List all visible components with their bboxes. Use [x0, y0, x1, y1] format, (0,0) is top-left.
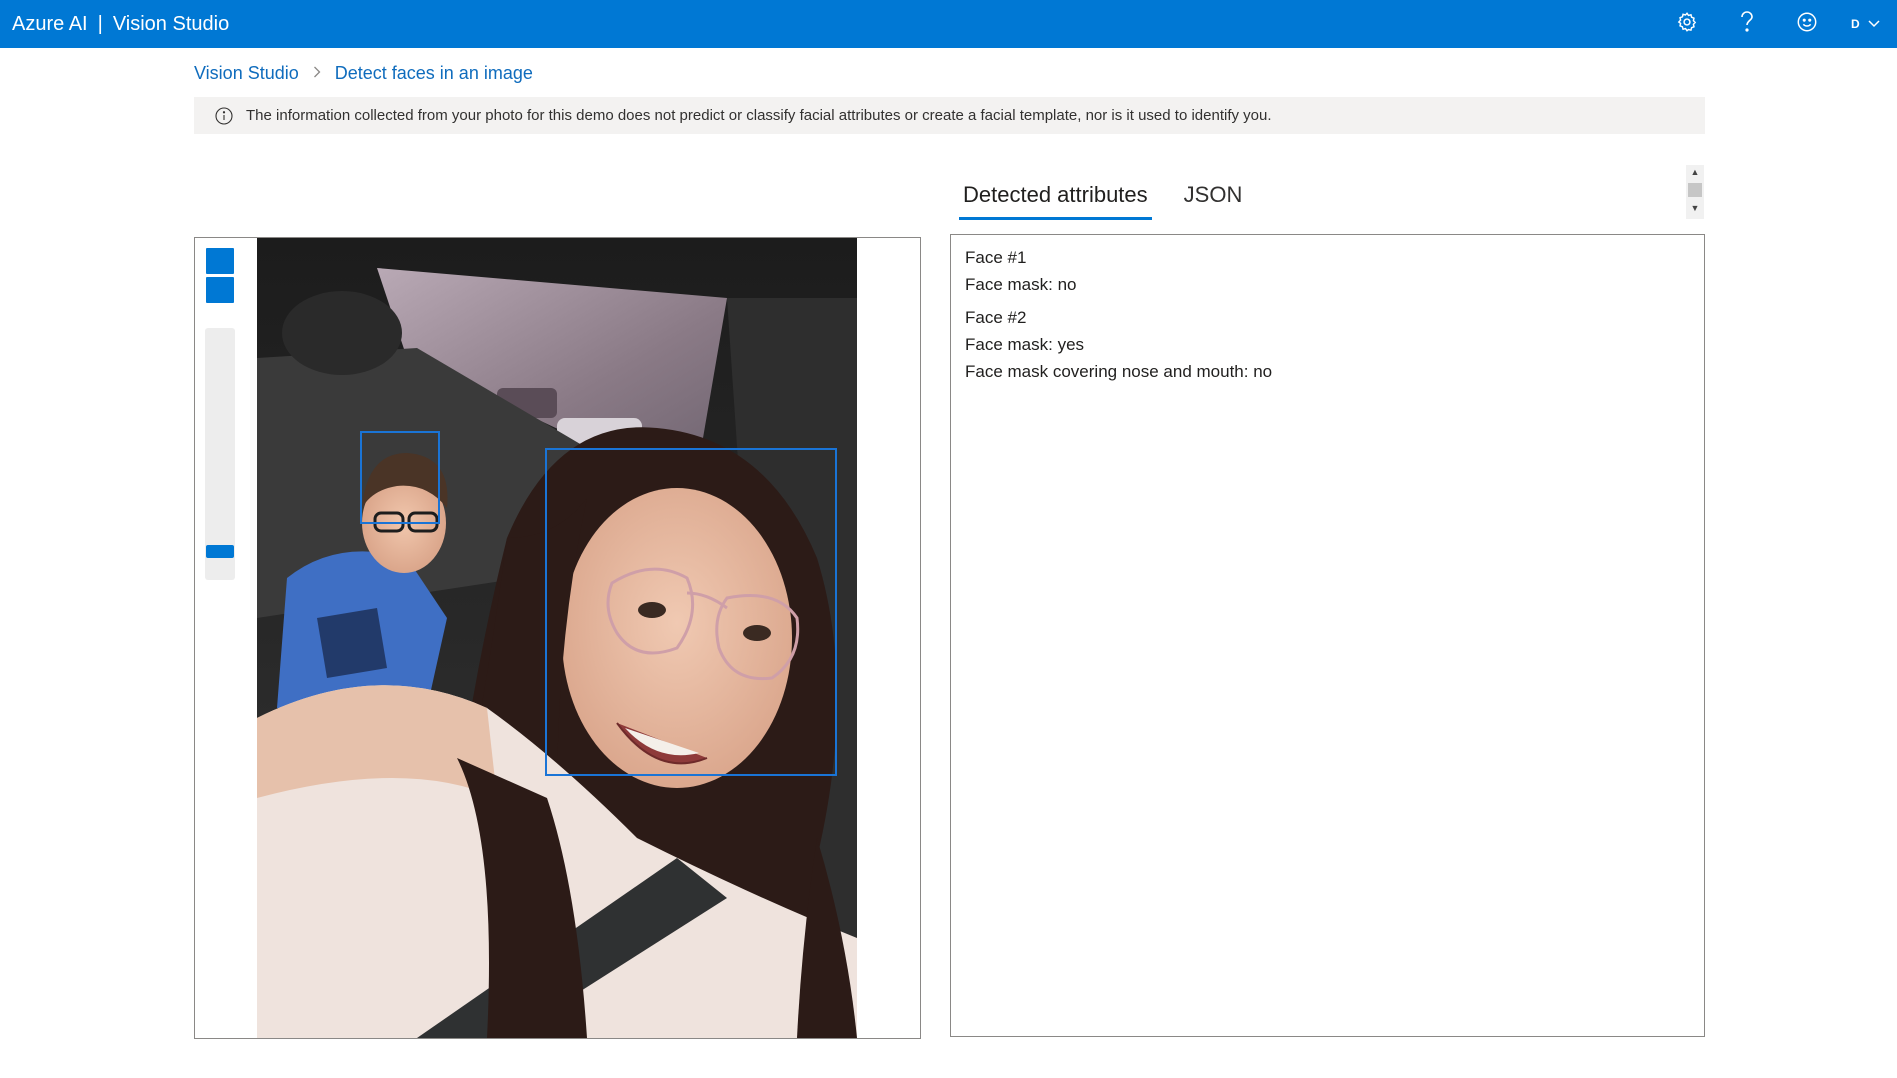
info-icon: [206, 106, 242, 125]
detected-attributes-panel: Face #1 Face mask: no Face #2 Face mask:…: [950, 234, 1705, 1037]
face-attribute: Face mask: yes: [965, 335, 1085, 354]
result-tabs: Detected attributes JSON: [959, 170, 1274, 220]
breadcrumb-current-page[interactable]: Detect faces in an image: [335, 63, 533, 84]
smiley-icon: [1796, 11, 1818, 38]
image-viewer: [194, 237, 921, 1039]
zoom-in-button[interactable]: [206, 248, 234, 274]
avatar: D: [1851, 17, 1860, 31]
face-result-1: Face #1 Face mask: no: [965, 244, 1690, 298]
breadcrumb: Vision Studio Detect faces in an image: [194, 60, 533, 86]
zoom-slider[interactable]: [205, 328, 235, 580]
top-bar: Azure AI | Vision Studio D: [0, 0, 1897, 48]
zoom-slider-thumb[interactable]: [206, 545, 234, 559]
header-actions: D: [1657, 0, 1897, 48]
gear-icon: [1676, 11, 1698, 38]
info-message-bar: The information collected from your phot…: [194, 97, 1705, 134]
tabs-scrollbar[interactable]: ▲ ▼: [1686, 165, 1704, 219]
brand-name: Azure AI: [12, 12, 88, 35]
uploaded-photo: [257, 238, 857, 1038]
chevron-down-icon: [1868, 17, 1880, 31]
face-box-1[interactable]: [360, 431, 440, 524]
feedback-button[interactable]: [1777, 0, 1837, 48]
chevron-right-icon: [313, 65, 321, 81]
brand-separator: |: [97, 12, 103, 35]
account-menu[interactable]: D: [1837, 0, 1897, 48]
breadcrumb-vision-studio[interactable]: Vision Studio: [194, 63, 299, 84]
tab-json[interactable]: JSON: [1180, 182, 1247, 220]
settings-button[interactable]: [1657, 0, 1717, 48]
face-attribute: Face mask covering nose and mouth: no: [965, 362, 1273, 381]
zoom-controls: [205, 248, 235, 306]
face-title: Face #1: [965, 248, 1027, 267]
help-button[interactable]: [1717, 0, 1777, 48]
help-icon: [1737, 10, 1757, 39]
face-result-2: Face #2 Face mask: yes Face mask coverin…: [965, 304, 1690, 385]
zoom-out-button[interactable]: [206, 277, 234, 303]
brand[interactable]: Azure AI | Vision Studio: [0, 0, 229, 48]
face-attribute: Face mask: no: [965, 275, 1077, 294]
product-name: Vision Studio: [112, 12, 230, 35]
scroll-down-icon[interactable]: ▼: [1686, 201, 1704, 215]
info-message-text: The information collected from your phot…: [246, 107, 1272, 124]
face-box-2[interactable]: [545, 448, 837, 776]
scroll-up-icon[interactable]: ▲: [1686, 165, 1704, 179]
scroll-thumb[interactable]: [1688, 183, 1702, 197]
face-title: Face #2: [965, 308, 1027, 327]
tab-detected-attributes[interactable]: Detected attributes: [959, 182, 1152, 220]
